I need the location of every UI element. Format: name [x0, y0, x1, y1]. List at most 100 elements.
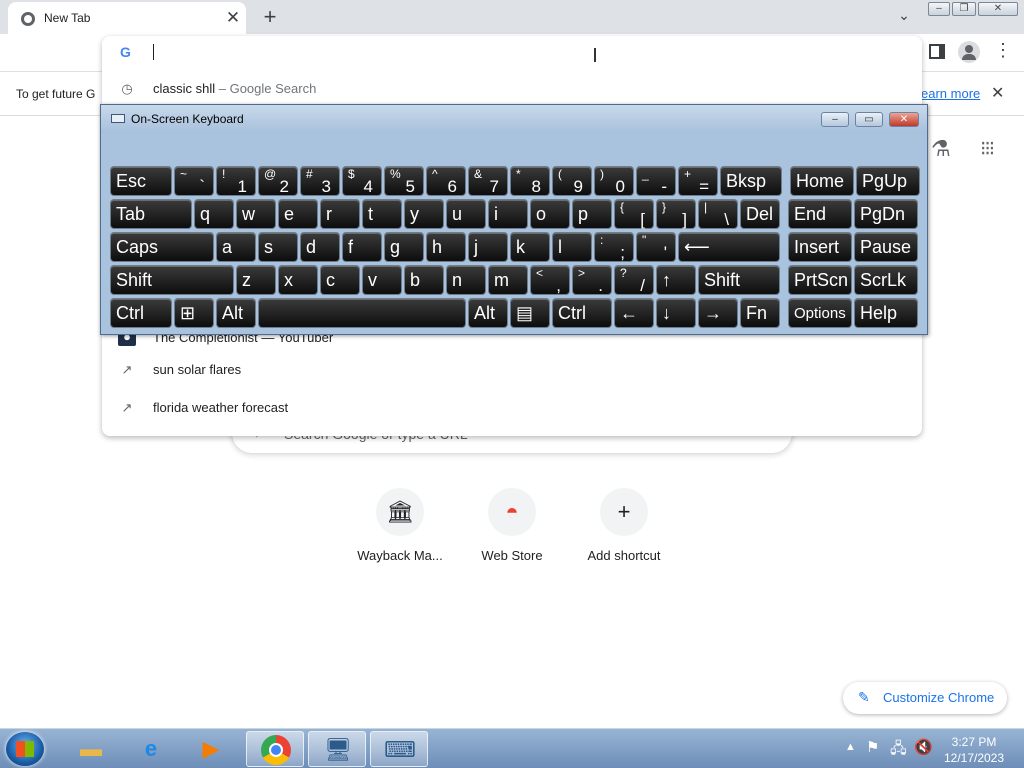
key-pgdn[interactable]: PgDn: [854, 199, 918, 229]
chevron-down-icon[interactable]: ⌄: [892, 7, 916, 27]
key-sym[interactable]: ? /: [614, 265, 654, 295]
key-z[interactable]: z: [236, 265, 276, 295]
key-1[interactable]: ! 1: [216, 166, 256, 196]
menu-icon[interactable]: ⋮: [994, 40, 1012, 61]
suggestion-item[interactable]: ◷ classic shll – Google Search: [102, 70, 922, 108]
key-options[interactable]: Options: [788, 298, 852, 328]
close-icon[interactable]: ✕: [223, 8, 243, 28]
volume-icon[interactable]: 🔇: [914, 738, 933, 756]
key-9[interactable]: (9: [552, 166, 592, 196]
key-t[interactable]: t: [362, 199, 402, 229]
taskbar-ie[interactable]: e: [122, 731, 180, 767]
key-7[interactable]: & 7: [468, 166, 508, 196]
key-pause[interactable]: Pause: [854, 232, 918, 262]
key-shift[interactable]: Shift: [110, 265, 234, 295]
start-button[interactable]: [6, 732, 44, 766]
taskbar-osk[interactable]: ⌨: [370, 731, 428, 767]
key-sym[interactable]: + =: [678, 166, 718, 196]
key-ctrl[interactable]: Ctrl: [552, 298, 612, 328]
key-sym[interactable]: }]: [656, 199, 696, 229]
shortcut-add[interactable]: + Add shortcut: [568, 488, 680, 578]
apps-icon[interactable]: ⁝⁝⁝: [980, 136, 995, 161]
key-a[interactable]: a: [216, 232, 256, 262]
key-5[interactable]: % 5: [384, 166, 424, 196]
key-shift[interactable]: Shift: [698, 265, 780, 295]
key-insert[interactable]: Insert: [788, 232, 852, 262]
key-8[interactable]: * 8: [510, 166, 550, 196]
key-v[interactable]: v: [362, 265, 402, 295]
key-sym[interactable]: ▤: [510, 298, 550, 328]
key-r[interactable]: r: [320, 199, 360, 229]
key-f[interactable]: f: [342, 232, 382, 262]
taskbar-remote-desktop[interactable]: 🖥: [308, 731, 366, 767]
key-prtscn[interactable]: PrtScn: [788, 265, 852, 295]
minimize-button[interactable]: ‒: [928, 2, 950, 16]
key-c[interactable]: c: [320, 265, 360, 295]
omnibox-input[interactable]: [152, 40, 852, 66]
suggestion-item[interactable]: ↗ sun solar flares: [102, 351, 922, 389]
key-w[interactable]: w: [236, 199, 276, 229]
network-icon[interactable]: 🖧: [890, 738, 907, 763]
key-o[interactable]: o: [530, 199, 570, 229]
key-ctrl[interactable]: Ctrl: [110, 298, 172, 328]
key-e[interactable]: e: [278, 199, 318, 229]
key-m[interactable]: m: [488, 265, 528, 295]
clock[interactable]: 3:27 PM 12/17/2023: [934, 734, 1014, 766]
key-h[interactable]: h: [426, 232, 466, 262]
key-alt[interactable]: Alt: [216, 298, 256, 328]
key-sym[interactable]: ↓: [656, 298, 696, 328]
customize-chrome-button[interactable]: ✎ Customize Chrome: [843, 682, 1007, 714]
key-sym[interactable]: ←: [614, 298, 654, 328]
key-end[interactable]: End: [788, 199, 852, 229]
key-p[interactable]: p: [572, 199, 612, 229]
omnibox[interactable]: G: [102, 36, 922, 70]
taskbar-explorer[interactable]: ▬: [62, 731, 120, 767]
key-caps[interactable]: Caps: [110, 232, 214, 262]
key-alt[interactable]: Alt: [468, 298, 508, 328]
shortcut-web-store[interactable]: ◓ Web Store: [456, 488, 568, 578]
key-esc[interactable]: Esc: [110, 166, 172, 196]
key-i[interactable]: i: [488, 199, 528, 229]
key-sym[interactable]: →: [698, 298, 738, 328]
flask-icon[interactable]: ⚗: [931, 136, 951, 162]
key-y[interactable]: y: [404, 199, 444, 229]
restore-button[interactable]: ❐: [952, 2, 976, 16]
key-sym[interactable]: ⟵: [678, 232, 780, 262]
taskbar-chrome[interactable]: [246, 731, 304, 767]
key-tab[interactable]: Tab: [110, 199, 192, 229]
key-space[interactable]: [258, 298, 466, 328]
key-sym[interactable]: | \: [698, 199, 738, 229]
key-q[interactable]: q: [194, 199, 234, 229]
close-button[interactable]: ✕: [889, 112, 919, 127]
key-sym[interactable]: >.: [572, 265, 612, 295]
action-center-icon[interactable]: ⚑: [866, 738, 879, 756]
new-tab-button[interactable]: +: [257, 5, 283, 29]
tray-expand-icon[interactable]: ▲: [845, 741, 856, 753]
key-pgup[interactable]: PgUp: [856, 166, 920, 196]
key-sym[interactable]: :;: [594, 232, 634, 262]
key-b[interactable]: b: [404, 265, 444, 295]
key-l[interactable]: l: [552, 232, 592, 262]
key-bksp[interactable]: Bksp: [720, 166, 782, 196]
close-icon[interactable]: ✕: [991, 83, 1004, 103]
taskbar-media-player[interactable]: ▶: [182, 731, 240, 767]
key-home[interactable]: Home: [790, 166, 854, 196]
key-sym[interactable]: <,: [530, 265, 570, 295]
key-3[interactable]: #3: [300, 166, 340, 196]
key-s[interactable]: s: [258, 232, 298, 262]
osk-titlebar[interactable]: On-Screen Keyboard ‒ ▭ ✕: [101, 105, 927, 133]
key-sym[interactable]: " ': [636, 232, 676, 262]
key-0[interactable]: ) 0: [594, 166, 634, 196]
key-sym[interactable]: {[: [614, 199, 654, 229]
tab-new-tab[interactable]: New Tab ✕: [8, 2, 246, 34]
key-n[interactable]: n: [446, 265, 486, 295]
maximize-button[interactable]: ▭: [855, 112, 883, 127]
profile-icon[interactable]: [958, 41, 980, 63]
key-sym[interactable]: ↑: [656, 265, 696, 295]
key-x[interactable]: x: [278, 265, 318, 295]
key-help[interactable]: Help: [854, 298, 918, 328]
key-sym[interactable]: ~ `: [174, 166, 214, 196]
key-d[interactable]: d: [300, 232, 340, 262]
key-j[interactable]: j: [468, 232, 508, 262]
key-sym[interactable]: _ -: [636, 166, 676, 196]
